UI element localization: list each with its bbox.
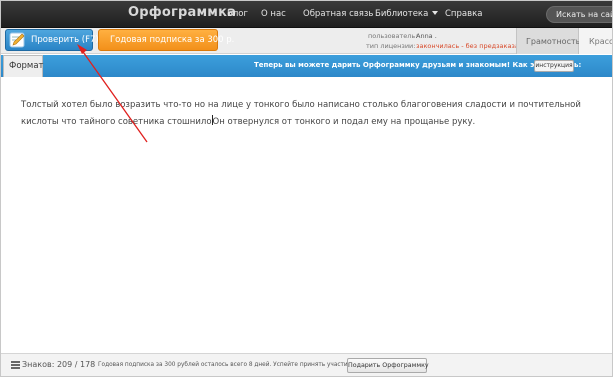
tab-grammar-label: Грамотность bbox=[526, 37, 581, 46]
check-button[interactable]: Проверить (F7) bbox=[5, 29, 99, 51]
license-type-value: закончилась - без предзаказа bbox=[416, 42, 519, 50]
text-editor[interactable]: Толстый хотел было возразить что-то но н… bbox=[1, 78, 612, 350]
top-navigation-bar: Орфограммка Блог О нас Обратная связь Би… bbox=[1, 1, 612, 28]
site-search-input[interactable]: Искать на сайте bbox=[546, 6, 612, 23]
nav-link-help[interactable]: Справка bbox=[445, 9, 482, 19]
character-count: Знаков: 209 / 178 bbox=[22, 360, 96, 369]
license-type-label: тип лицензии: bbox=[366, 42, 416, 50]
editor-toolbar: Проверить (F7) Годовая подписка за 300 р… bbox=[1, 28, 613, 54]
site-logo[interactable]: Орфограммка bbox=[128, 5, 236, 20]
tab-style[interactable]: Красо bbox=[579, 28, 613, 54]
chevron-down-icon bbox=[432, 11, 439, 15]
user-name: Anna . bbox=[416, 32, 437, 40]
promo-banner: Формат Теперь вы можете дарить Орфограмм… bbox=[1, 55, 612, 77]
nav-link-blog[interactable]: Блог bbox=[227, 9, 248, 19]
pencil-document-icon bbox=[9, 32, 25, 48]
gift-button[interactable]: Подарить Орфограммку bbox=[347, 358, 429, 373]
tab-style-label: Красо bbox=[589, 37, 613, 46]
format-tab-label: Формат bbox=[9, 61, 44, 71]
annual-subscription-button[interactable]: Годовая подписка за 300 р. bbox=[98, 29, 234, 51]
app-window: Орфограммка Блог О нас Обратная связь Би… bbox=[0, 0, 613, 377]
instruction-button[interactable]: инструкция bbox=[534, 60, 574, 72]
nav-link-library[interactable]: Библиотека bbox=[375, 9, 439, 19]
editor-text-after-caret: Он отвернулся от тонкого и подал ему на … bbox=[212, 117, 476, 127]
status-bar: Знаков: 209 / 178 Годовая подписка за 30… bbox=[1, 353, 612, 376]
nav-link-about[interactable]: О нас bbox=[261, 9, 286, 19]
subscription-promo-text: Годовая подписка за 300 рублей осталось … bbox=[98, 362, 379, 368]
format-tab[interactable]: Формат bbox=[3, 55, 44, 77]
editor-content[interactable]: Толстый хотел было возразить что-то но н… bbox=[21, 97, 601, 131]
nav-link-library-label: Библиотека bbox=[375, 9, 429, 19]
nav-link-feedback[interactable]: Обратная связь bbox=[303, 9, 373, 19]
list-icon bbox=[11, 361, 20, 369]
check-button-label: Проверить (F7) bbox=[31, 35, 99, 45]
tab-grammar[interactable]: Грамотность bbox=[516, 28, 581, 54]
banner-message: Теперь вы можете дарить Орфограммку друз… bbox=[254, 61, 582, 69]
user-label: пользователь: bbox=[368, 32, 418, 40]
annual-subscription-label: Годовая подписка за 300 р. bbox=[110, 35, 235, 45]
